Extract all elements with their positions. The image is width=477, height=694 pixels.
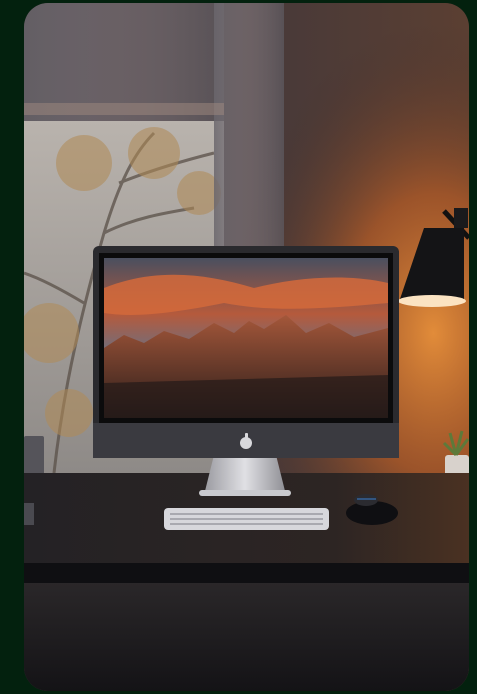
photo-card[interactable] <box>24 3 469 691</box>
imac-monitor <box>93 246 399 458</box>
curtain-trim <box>24 103 224 115</box>
monitor-stand <box>204 455 286 495</box>
desk-photo <box>24 3 469 691</box>
desk-edge <box>24 563 469 583</box>
curtain-right <box>214 3 284 263</box>
app-background <box>0 0 477 694</box>
monitor-base <box>199 490 291 496</box>
desk-object <box>24 503 34 525</box>
desk-front <box>24 583 469 691</box>
keyboard <box>164 508 329 530</box>
